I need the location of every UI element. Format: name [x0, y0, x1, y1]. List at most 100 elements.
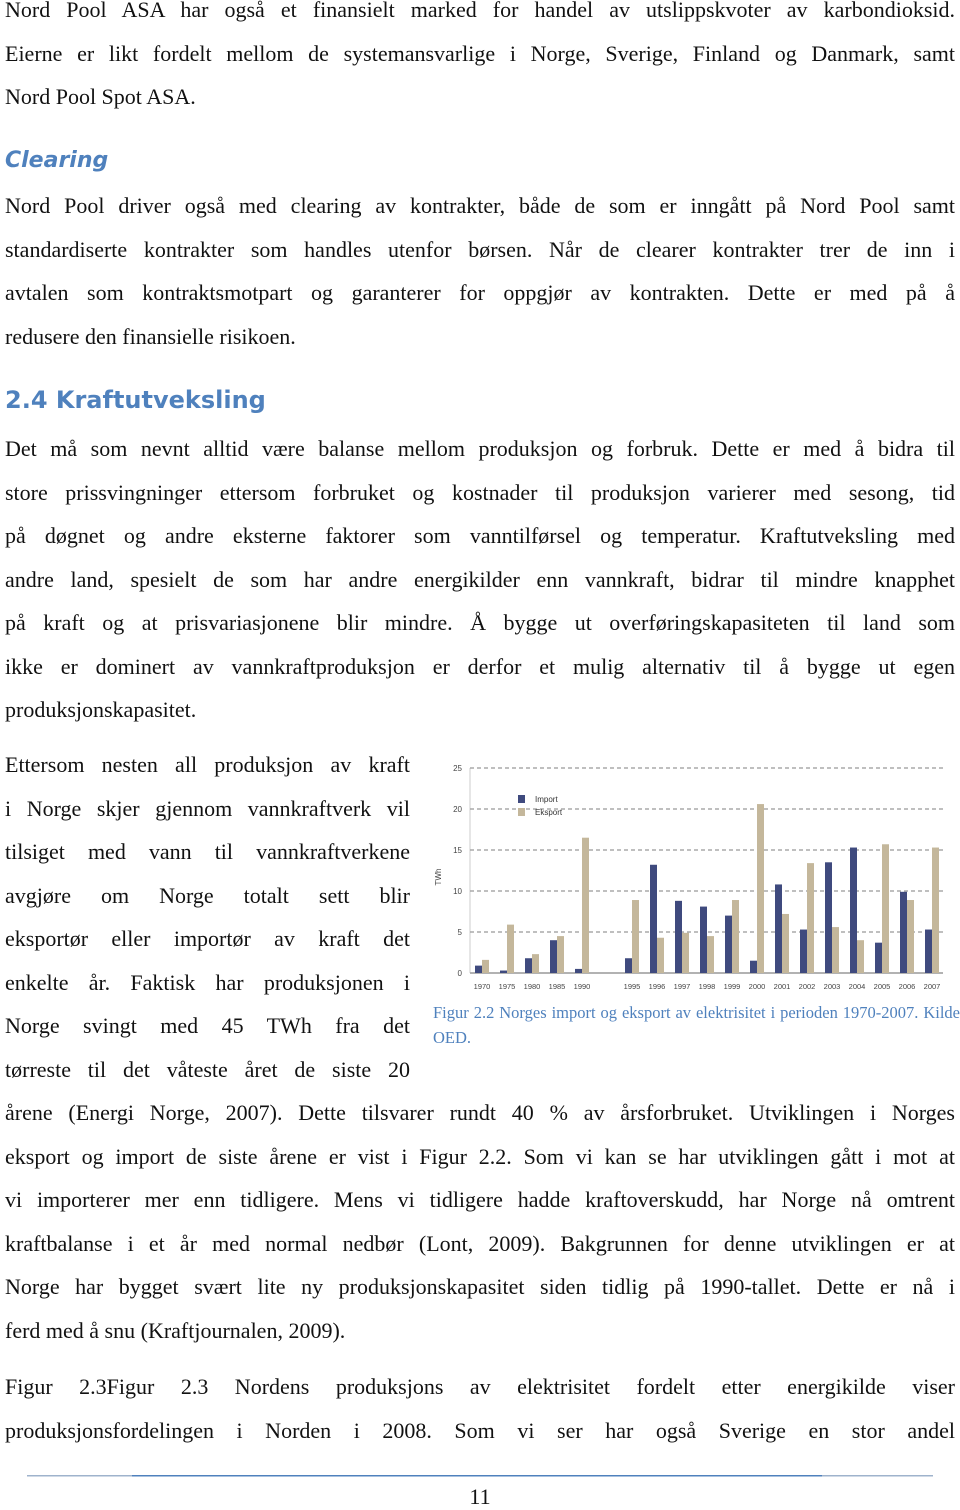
- x-tick-label: 1997: [674, 982, 691, 991]
- text-line: Norge har bygget svært lite ny produksjo…: [5, 1274, 955, 1299]
- text-line: ferd med å snu (Kraftjournalen, 2009).: [5, 1317, 346, 1343]
- y-tick-label: 20: [453, 805, 462, 814]
- x-tick-label: 1975: [499, 982, 516, 991]
- figure-caption: Figur 2.2 Norges import og eksport av el…: [433, 1003, 960, 1047]
- text-line: kraftbalanse i et år med normal nedbør (…: [5, 1230, 955, 1256]
- y-tick-label: 10: [453, 887, 462, 896]
- paragraph-balance: Det må som nevnt alltid være balanse mel…: [5, 427, 955, 732]
- y-tick-label: 15: [453, 846, 462, 855]
- text-line: vi importerer mer enn tidligere. Mens vi…: [5, 1187, 955, 1212]
- x-tick-label: 1985: [549, 982, 566, 991]
- bar-eksport-1980: [532, 954, 539, 973]
- bar-eksport-1990: [582, 837, 589, 973]
- x-tick-label: 2003: [824, 982, 841, 991]
- bar-eksport-1998: [707, 936, 714, 973]
- bar-import-2005: [875, 942, 882, 973]
- bar-eksport-2005: [882, 844, 889, 973]
- text-line: avgjøre om Norge totalt sett blir: [5, 882, 410, 908]
- x-tick-label: 1990: [574, 982, 591, 991]
- bar-eksport-1985: [557, 936, 564, 973]
- text-line: i Norge skjer gjennom vannkraftverk vil: [5, 795, 410, 821]
- text-line: tørreste til det våteste året de siste 2…: [5, 1056, 410, 1082]
- text-line: eksport og import de siste årene er vist…: [5, 1143, 955, 1169]
- bar-eksport-1997: [682, 932, 689, 973]
- bar-import-2002: [800, 929, 807, 973]
- x-tick-label: 2000: [749, 982, 766, 991]
- bar-import-1996: [650, 864, 657, 973]
- bar-import-1985: [550, 940, 557, 973]
- text-line: Norge svingt med 45 TWh fra det: [5, 1013, 410, 1038]
- text-line: enkelte år. Faktisk har produksjonen i: [5, 969, 410, 995]
- paragraph-figure-reference: Figur 2.3Figur 2.3 Nordens produksjons a…: [5, 1365, 955, 1452]
- text-line: ikke er dominert av vannkraftproduksjon …: [5, 653, 955, 679]
- paragraph-hydro-narrow: Ettersom nesten all produksjon av kraft i…: [5, 743, 410, 1091]
- bar-import-2003: [825, 862, 832, 973]
- text-line: Nord Pool driver også med clearing av ko…: [5, 193, 955, 218]
- y-tick-label: 0: [458, 969, 463, 978]
- x-tick-label: 1998: [699, 982, 716, 991]
- text-line: eksportør eller importør av kraft det: [5, 926, 410, 951]
- bar-eksport-1999: [732, 900, 739, 973]
- text-line: Nord Pool ASA har også et finansielt mar…: [5, 0, 955, 22]
- paragraph-clearing: Nord Pool driver også med clearing av ko…: [5, 184, 955, 358]
- text-line: redusere den finansielle risikoen.: [5, 323, 296, 349]
- legend-swatch-import: [518, 795, 525, 803]
- x-tick-label: 2002: [799, 982, 816, 991]
- text-line: Ettersom nesten all produksjon av kraft: [5, 752, 410, 777]
- x-tick-label: 1980: [524, 982, 541, 991]
- x-tick-label: 1995: [624, 982, 641, 991]
- text-line: Nord Pool Spot ASA.: [5, 84, 196, 109]
- x-tick-label: 1996: [649, 982, 666, 991]
- bar-import-2007: [925, 929, 932, 973]
- x-tick-label: 2001: [774, 982, 791, 991]
- legend-label: Eksport: [535, 808, 563, 817]
- footer-divider: [27, 1475, 933, 1477]
- text-line: årene (Energi Norge, 2007). Dette tilsva…: [5, 1100, 955, 1125]
- bar-import-2004: [850, 847, 857, 973]
- bar-import-1975: [500, 970, 507, 973]
- x-tick-label: 2004: [849, 982, 866, 991]
- legend-swatch-eksport: [518, 808, 525, 816]
- x-tick-label: 2007: [924, 982, 941, 991]
- heading-kraftutveksling: 2.4 Kraftutveksling: [5, 386, 266, 414]
- text-line: Figur 2.3Figur 2.3 Nordens produksjons a…: [5, 1374, 955, 1399]
- paragraph-nord-pool-asa: Nord Pool ASA har også et finansielt mar…: [5, 0, 955, 119]
- bar-eksport-2001: [782, 913, 789, 973]
- x-tick-label: 2005: [874, 982, 891, 991]
- bar-eksport-1996: [657, 937, 664, 973]
- bar-import-1980: [525, 958, 532, 973]
- y-tick-label: 25: [453, 764, 462, 773]
- bar-import-1995: [625, 958, 632, 973]
- text-line: på døgnet og andre eksterne faktorer som…: [5, 523, 955, 548]
- bar-eksport-2003: [832, 927, 839, 973]
- bar-import-2006: [900, 891, 907, 973]
- bar-eksport-2006: [907, 900, 914, 973]
- text-line: standardiserte kontrakter som handles ut…: [5, 236, 955, 262]
- text-line: produksjonsfordelingen i Norden i 2008. …: [5, 1417, 955, 1443]
- text-line: avtalen som kontraktsmotpart og garanter…: [5, 280, 955, 305]
- x-tick-label: 2006: [899, 982, 916, 991]
- legend-label: Import: [535, 795, 558, 804]
- text-line: tilsiget med vann til vannkraftverkene: [5, 839, 410, 864]
- bar-import-1970: [475, 965, 482, 973]
- x-tick-label: 1999: [724, 982, 741, 991]
- text-line: på kraft og at prisvariasjonene blir min…: [5, 610, 955, 635]
- y-tick-label: 5: [458, 928, 463, 937]
- bar-import-2001: [775, 884, 782, 973]
- bar-eksport-2004: [857, 940, 864, 973]
- x-tick-label: 1970: [474, 982, 491, 991]
- bar-eksport-1975: [507, 924, 514, 973]
- page-number: 11: [469, 1484, 491, 1509]
- import-export-chart: 0 5 10 15 20 25 TWh 1970 1975 1980 1985 1990 1995 199…: [434, 764, 943, 991]
- bar-import-1998: [700, 906, 707, 973]
- bar-import-2000: [750, 960, 757, 973]
- bar-import-1997: [675, 900, 682, 973]
- bar-eksport-2007: [932, 847, 939, 973]
- bar-import-1990: [575, 968, 582, 973]
- text-line: Det må som nevnt alltid være balanse mel…: [5, 436, 955, 461]
- text-line: store prissvingninger ettersom forbruket…: [5, 479, 955, 505]
- bar-eksport-1995: [632, 900, 639, 973]
- text-line: produksjonskapasitet.: [5, 697, 197, 722]
- bar-eksport-1970: [482, 959, 489, 973]
- text-line: Eierne er likt fordelt mellom de systema…: [5, 40, 955, 66]
